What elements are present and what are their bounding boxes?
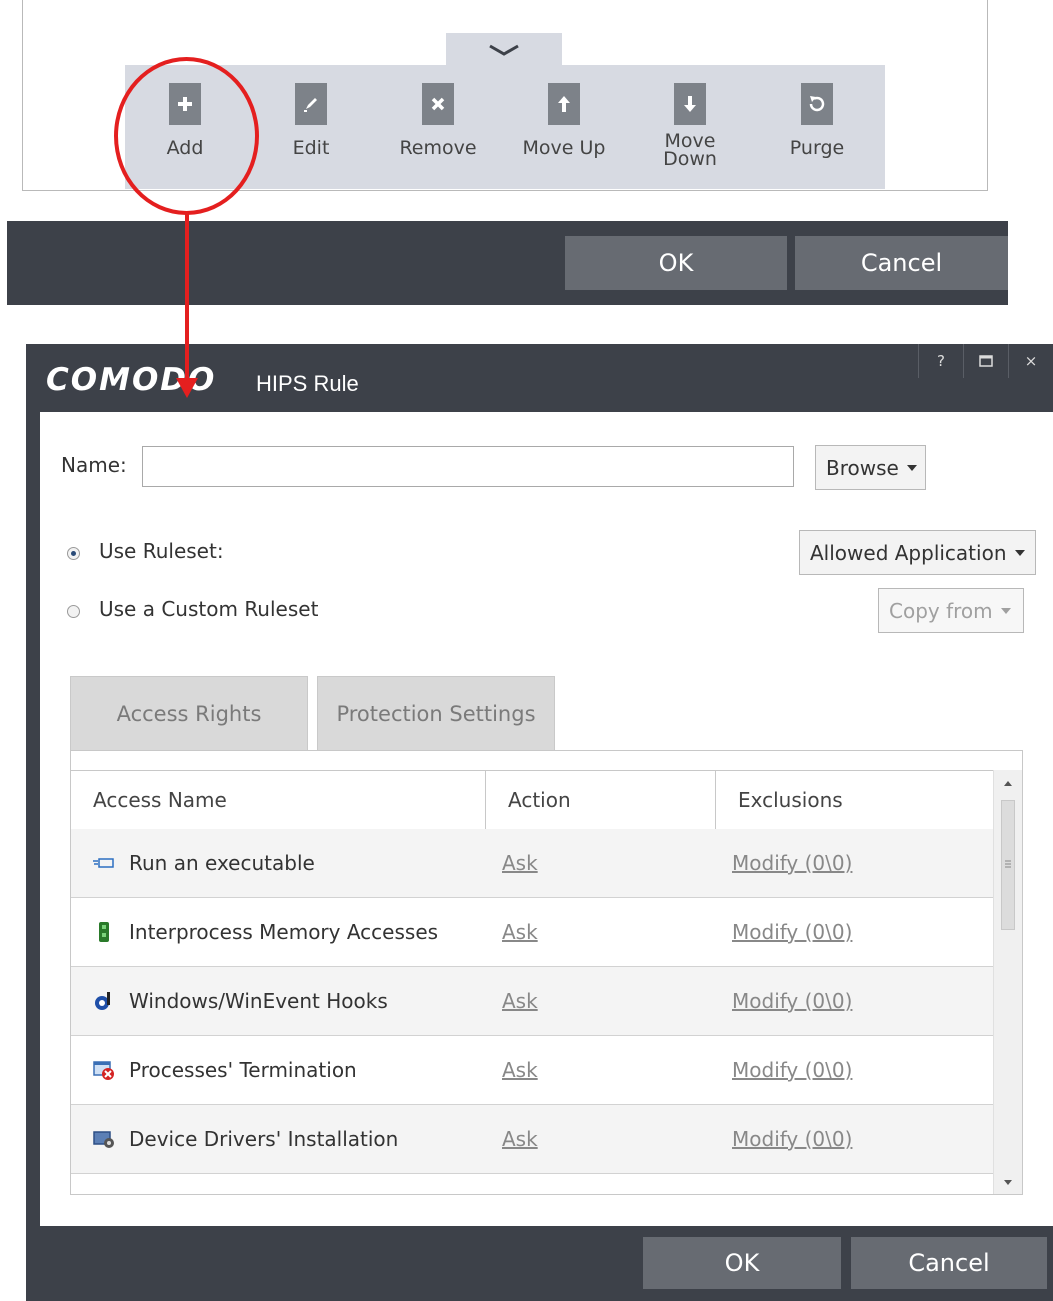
close-icon xyxy=(422,83,454,125)
scroll-up-arrow-icon[interactable] xyxy=(994,776,1022,790)
scroll-down-arrow-icon[interactable] xyxy=(994,1176,1022,1190)
tab-protection-settings[interactable]: Protection Settings xyxy=(317,676,555,751)
terminate-icon xyxy=(93,1059,115,1081)
column-exclusions[interactable]: Exclusions xyxy=(715,771,994,829)
collapse-toolbar-tab[interactable] xyxy=(446,33,562,67)
exclusions-link[interactable]: Modify (0\0) xyxy=(732,1105,852,1173)
hook-icon xyxy=(93,990,115,1012)
table-row[interactable]: Processes' Termination Ask Modify (0\0) xyxy=(71,1036,994,1105)
access-name-cell: Device Drivers' Installation xyxy=(93,1105,398,1173)
dialog-title: HIPS Rule xyxy=(256,371,359,396)
caret-down-icon xyxy=(1014,549,1025,556)
copy-from-label: Copy from xyxy=(889,598,993,623)
window-controls: ? × xyxy=(918,344,1053,378)
browse-dropdown[interactable]: Browse xyxy=(815,445,926,490)
access-name-text: Interprocess Memory Accesses xyxy=(129,920,439,944)
remove-label: Remove xyxy=(399,137,477,159)
table-row[interactable]: Device Drivers' Installation Ask Modify … xyxy=(71,1105,994,1174)
chevron-down-icon xyxy=(489,44,519,56)
table-scrollbar[interactable] xyxy=(993,770,1022,1194)
copy-from-dropdown[interactable]: Copy from xyxy=(878,588,1024,633)
column-access-name[interactable]: Access Name xyxy=(71,771,485,829)
action-link[interactable]: Ask xyxy=(502,829,538,897)
dialog-body: Name: Browse Use Ruleset: Allowed Applic… xyxy=(40,412,1053,1226)
table-body: Run an executable Ask Modify (0\0) Inter… xyxy=(71,829,994,1174)
dialog-cancel-button[interactable]: Cancel xyxy=(851,1237,1047,1289)
help-button[interactable]: ? xyxy=(918,344,963,378)
remove-button[interactable]: Remove xyxy=(383,83,493,183)
close-button[interactable]: × xyxy=(1008,344,1053,378)
access-name-text: Device Drivers' Installation xyxy=(129,1127,399,1151)
purge-label: Purge xyxy=(789,137,845,159)
exclusions-link[interactable]: Modify (0\0) xyxy=(732,967,852,1035)
action-link[interactable]: Ask xyxy=(502,967,538,1035)
pencil-icon xyxy=(295,83,327,125)
access-name-cell: Interprocess Memory Accesses xyxy=(93,898,438,966)
tab-access-rights[interactable]: Access Rights xyxy=(70,676,308,751)
refresh-icon xyxy=(801,83,833,125)
move-down-button[interactable]: Move Down xyxy=(635,83,745,183)
browse-label: Browse xyxy=(826,455,899,480)
column-action[interactable]: Action xyxy=(485,771,715,829)
action-link[interactable]: Ask xyxy=(502,1036,538,1104)
executable-icon xyxy=(93,852,115,874)
caret-down-icon xyxy=(1000,607,1011,614)
table-row[interactable]: Windows/WinEvent Hooks Ask Modify (0\0) xyxy=(71,967,994,1036)
arrow-down-icon xyxy=(674,83,706,125)
table-row[interactable]: Run an executable Ask Modify (0\0) xyxy=(71,829,994,898)
move-up-label: Move Up xyxy=(522,137,606,159)
access-rights-table: Access Name Action Exclusions Run an exe… xyxy=(70,750,1023,1195)
annotation-arrow-line xyxy=(185,213,189,381)
edit-button[interactable]: Edit xyxy=(256,83,366,183)
annotation-arrow-head-icon xyxy=(176,378,198,398)
maximize-icon xyxy=(979,355,993,367)
move-up-button[interactable]: Move Up xyxy=(509,83,619,183)
exclusions-link[interactable]: Modify (0\0) xyxy=(732,1036,852,1104)
memory-icon xyxy=(93,921,115,943)
grip-icon xyxy=(1005,860,1011,868)
name-field[interactable] xyxy=(142,446,794,487)
use-ruleset-radio[interactable] xyxy=(67,547,80,560)
driver-icon xyxy=(93,1128,115,1150)
caret-down-icon xyxy=(906,464,917,471)
edit-label: Edit xyxy=(292,137,330,159)
top-footer-bar: OK Cancel xyxy=(7,221,1008,305)
name-label: Name: xyxy=(61,453,127,477)
access-name-cell: Run an executable xyxy=(93,829,315,897)
action-link[interactable]: Ask xyxy=(502,1105,538,1173)
top-ok-button[interactable]: OK xyxy=(565,236,787,290)
ruleset-selected-label: Allowed Application xyxy=(810,540,1007,565)
dialog-ok-button[interactable]: OK xyxy=(643,1237,841,1289)
access-name-text: Run an executable xyxy=(129,851,315,875)
access-name-text: Processes' Termination xyxy=(129,1058,357,1082)
exclusions-link[interactable]: Modify (0\0) xyxy=(732,898,852,966)
hips-rule-dialog: COMODO HIPS Rule ? × Name: Browse Use Ru… xyxy=(26,344,1053,1301)
table-row[interactable]: Interprocess Memory Accesses Ask Modify … xyxy=(71,898,994,967)
access-name-cell: Processes' Termination xyxy=(93,1036,357,1104)
top-cancel-button[interactable]: Cancel xyxy=(795,236,1008,290)
annotation-circle xyxy=(114,57,259,215)
scrollbar-thumb[interactable] xyxy=(1001,800,1015,930)
use-custom-ruleset-radio[interactable] xyxy=(67,605,80,618)
action-link[interactable]: Ask xyxy=(502,898,538,966)
use-ruleset-label: Use Ruleset: xyxy=(99,539,224,563)
ruleset-select[interactable]: Allowed Application xyxy=(799,530,1036,575)
access-name-text: Windows/WinEvent Hooks xyxy=(129,989,388,1013)
arrow-up-icon xyxy=(548,83,580,125)
access-name-cell: Windows/WinEvent Hooks xyxy=(93,967,388,1035)
exclusions-link[interactable]: Modify (0\0) xyxy=(732,829,852,897)
purge-button[interactable]: Purge xyxy=(762,83,872,183)
table-header: Access Name Action Exclusions xyxy=(71,770,994,830)
maximize-button[interactable] xyxy=(963,344,1008,378)
move-down-label: Move Down xyxy=(663,130,717,170)
use-custom-ruleset-label: Use a Custom Ruleset xyxy=(99,597,319,621)
